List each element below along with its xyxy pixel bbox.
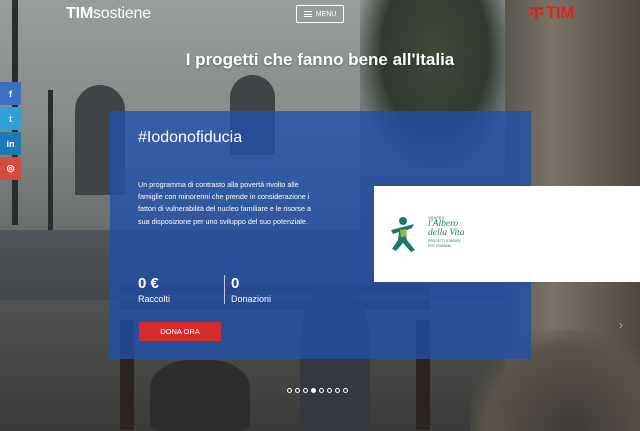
project-title[interactable]: #Iodonofiducia [138,129,242,147]
instagram-share-button[interactable]: ◎ [0,157,21,180]
menu-button-label: MENU [315,10,337,18]
partner-logo-box[interactable]: GRUPPO l'Albero della Vita PROGETTI D'AM… [374,186,640,282]
carousel-dot[interactable] [319,388,324,393]
partner-text: GRUPPO l'Albero della Vita PROGETTI D'AM… [428,216,465,248]
carousel-dot[interactable] [327,388,332,393]
carousel-pagination [287,388,348,393]
background-woman [150,360,250,431]
donate-button[interactable]: DONA ORA [139,322,221,341]
project-stats: 0 € Raccolti 0 Donazioni [138,275,317,304]
carousel-dot[interactable] [295,388,300,393]
social-share-bar: f t in ◎ [0,82,21,182]
partner-tagline-line2: PER I BAMBINI [428,244,452,248]
background-pole [48,90,53,230]
carousel-dot[interactable] [287,388,292,393]
raised-value: 0 € [138,275,159,292]
twitter-share-button[interactable]: t [0,107,21,130]
tim-logo[interactable]: TIM [530,3,574,23]
carousel-dot[interactable] [335,388,340,393]
linkedin-icon: in [6,138,15,149]
facebook-share-button[interactable]: f [0,82,21,105]
twitter-icon: t [9,113,12,124]
donations-label: Donazioni [231,294,272,304]
project-description: Un programma di contrasto alla povertà r… [138,180,311,226]
facebook-icon: f [9,88,12,99]
tim-sostiene-logo[interactable]: TIMsostiene [66,5,151,23]
tim-brand-text: TIM [546,3,574,22]
albero-della-vita-icon [391,217,415,252]
linkedin-share-button[interactable]: in [0,132,21,155]
partner-name-line2: della Vita [428,228,465,238]
partner-tagline-line1: PROGETTI D'AMORE [428,239,461,243]
carousel-next-icon[interactable]: › [619,318,623,332]
page-headline: I progetti che fanno bene all'Italia [185,50,455,69]
instagram-icon: ◎ [6,163,15,173]
hamburger-icon [303,11,312,17]
raised-stat: 0 € Raccolti [138,275,224,304]
raised-label: Raccolti [138,294,171,304]
donations-stat: 0 Donazioni [224,275,317,304]
carousel-dot[interactable] [303,388,308,393]
menu-button[interactable]: MENU [296,5,344,23]
carousel-dot[interactable] [311,388,316,393]
tim-mark-icon [530,6,543,20]
carousel-dot[interactable] [343,388,348,393]
donations-value: 0 [231,275,240,292]
